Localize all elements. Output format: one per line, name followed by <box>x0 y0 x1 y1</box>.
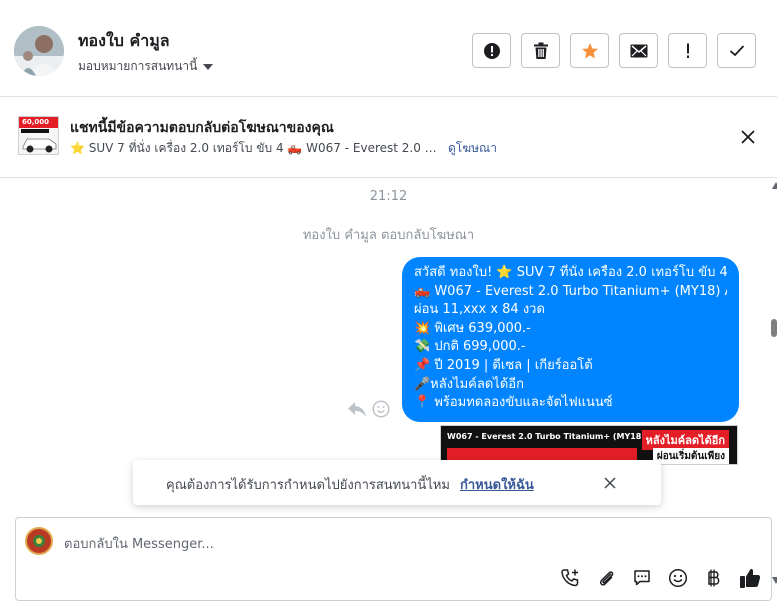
message-line: 💸 ปกติ 699,000.- <box>414 339 526 355</box>
add-call-icon <box>561 569 579 587</box>
assign-to-me-link[interactable]: กำหนดให้ฉัน <box>460 474 534 495</box>
scrollbar-thumb[interactable] <box>771 319 777 337</box>
follow-up-button[interactable] <box>668 33 707 68</box>
mark-unread-button[interactable] <box>619 33 658 68</box>
saved-replies-button[interactable] <box>631 567 653 589</box>
ad-image-model-text: W067 - Everest 2.0 Turbo Titanium+ (MY18… <box>447 432 659 441</box>
conversation-header: ทองใบ คำมูล มอบหมายการสนทนานี้ <box>0 0 777 97</box>
contact-name: ทองใบ คำมูล <box>78 31 170 50</box>
exclamation-icon <box>686 43 689 58</box>
close-ad-banner-button[interactable] <box>738 127 758 147</box>
message-line: ผ่อน 11,xxx x 84 งวด <box>414 302 545 318</box>
close-icon <box>741 130 755 144</box>
like-icon <box>740 569 761 588</box>
share-message-button[interactable] <box>347 400 367 418</box>
smiley-icon <box>372 400 390 418</box>
reply-input[interactable]: ตอบกลับใน Messenger... <box>64 533 214 554</box>
ad-thumb-price: 60,000 <box>22 118 50 126</box>
ad-banner-subtitle: ⭐ SUV 7 ที่นั่ง เครื่อง 2.0 เทอร์โบ ขับ … <box>70 139 497 158</box>
scroll-down-arrow[interactable] <box>772 577 777 584</box>
assign-prompt-text: คุณต้องการได้รับการกำหนดไปยังการสนทนานี้… <box>166 478 450 493</box>
ad-image-attachment[interactable]: W067 - Everest 2.0 Turbo Titanium+ (MY18… <box>440 425 738 465</box>
emoji-icon <box>668 568 688 588</box>
attachment-icon <box>599 571 614 586</box>
add-call-button[interactable] <box>559 567 581 589</box>
assign-label: มอบหมายการสนทนานี้ <box>78 59 198 73</box>
assign-conversation-dropdown[interactable]: มอบหมายการสนทนานี้ <box>78 57 214 76</box>
ad-banner-subtitle-text: ⭐ SUV 7 ที่นั่ง เครื่อง 2.0 เทอร์โบ ขับ … <box>70 141 442 155</box>
outgoing-message-bubble[interactable]: สวัสดี ทองใบ! ⭐ SUV 7 ที่นั่ง เครื่อง 2.… <box>402 257 739 422</box>
ad-reply-banner: 60,000 แชทนี้มีข้อความตอบกลับต่อโฆษณาของ… <box>0 97 777 178</box>
attach-file-button[interactable] <box>595 567 617 589</box>
react-button[interactable] <box>372 400 390 418</box>
view-ad-link[interactable]: ดูโฆษณา <box>448 139 497 158</box>
star-icon <box>581 42 598 58</box>
done-button[interactable] <box>717 33 756 68</box>
like-button[interactable] <box>739 567 761 589</box>
star-button[interactable] <box>570 33 609 68</box>
close-icon <box>604 477 616 489</box>
message-timestamp: 21:12 <box>369 189 408 204</box>
close-toast-button[interactable] <box>603 475 617 489</box>
currency-baht-icon <box>708 569 720 587</box>
message-line: 🛻 W067 - Everest 2.0 Turbo Titanium+ (MY… <box>414 283 727 299</box>
envelope-icon <box>630 44 647 57</box>
assign-prompt-toast: คุณต้องการได้รับการกำหนดไปยังการสนทนานี้… <box>133 460 661 505</box>
contact-photo <box>14 26 64 76</box>
message-line: 💥 พิเศษ 639,000.- <box>414 320 531 336</box>
ad-image-badge-top: หลังไมค์ลดได้อีก <box>641 430 729 450</box>
emoji-button[interactable] <box>667 567 689 589</box>
composer-toolbar <box>559 567 761 589</box>
message-line: 📍 พร้อมทดลองขับและจัดไฟแนนซ์ <box>414 395 613 411</box>
caret-down-icon <box>203 63 214 70</box>
message-composer: ตอบกลับใน Messenger... <box>15 517 772 601</box>
contact-avatar[interactable] <box>14 26 64 76</box>
ad-banner-title: แชทนี้มีข้อความตอบกลับต่อโฆษณาของคุณ <box>70 120 334 136</box>
report-button[interactable] <box>472 33 511 68</box>
payment-button[interactable] <box>703 567 725 589</box>
scroll-up-arrow[interactable] <box>772 182 777 189</box>
trash-icon <box>533 42 548 59</box>
page-logo <box>28 530 50 552</box>
delete-button[interactable] <box>521 33 560 68</box>
ad-image-badge-bottom: ผ่อนเริ่มต้นเพียง <box>652 448 729 464</box>
check-icon <box>729 45 744 57</box>
conversation-actions <box>472 33 756 68</box>
message-line: สวัสดี ทองใบ! ⭐ SUV 7 ที่นั่ง เครื่อง 2.… <box>414 265 727 280</box>
exclamation-circle-icon <box>483 42 500 59</box>
reply-arrow-icon <box>348 402 366 417</box>
saved-reply-icon <box>634 570 650 586</box>
ad-thumbnail[interactable]: 60,000 <box>18 116 59 155</box>
message-line: 📌 ปี 2019 | ดีเซล | เกียร์ออโต้ <box>414 357 593 373</box>
page-avatar <box>25 527 53 555</box>
system-note: ทองใบ คำมูล ตอบกลับโฆษณา <box>302 228 475 243</box>
message-line: 🎤หลังไมค์ลดได้อีก <box>414 376 524 392</box>
